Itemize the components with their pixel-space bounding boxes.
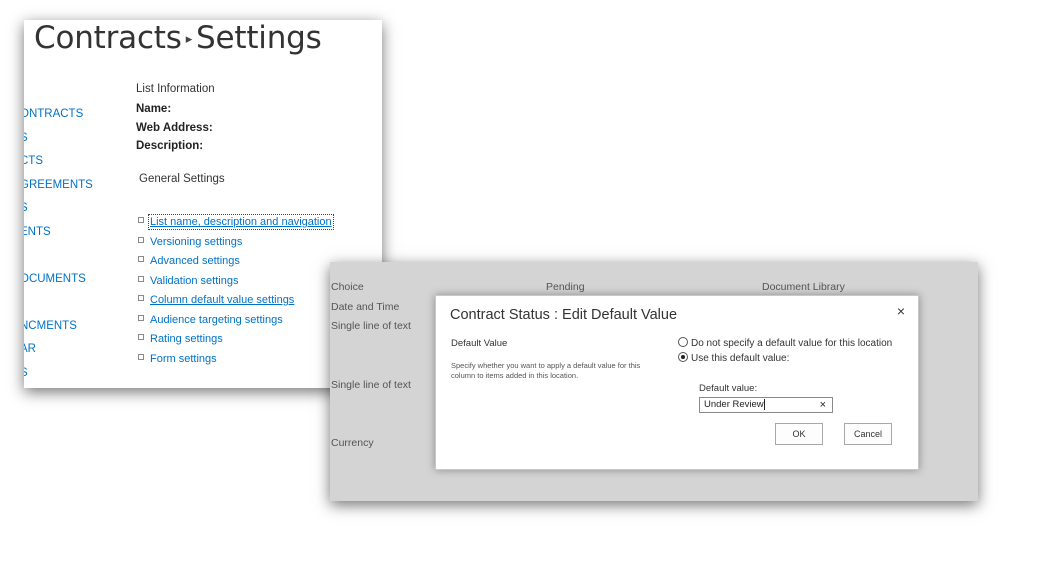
list-item: Rating settings xyxy=(138,333,332,353)
quick-launch-item[interactable]: ENTS xyxy=(24,226,51,238)
text-caret xyxy=(763,398,765,410)
cancel-button[interactable]: Cancel xyxy=(844,423,892,445)
close-icon[interactable]: × xyxy=(894,303,908,319)
quick-launch-item[interactable]: AR xyxy=(24,343,36,355)
list-item: Advanced settings xyxy=(138,255,332,275)
radio-no-default[interactable] xyxy=(678,337,688,348)
background-cell: Date and Time xyxy=(331,301,400,313)
versioning-settings-link[interactable]: Versioning settings xyxy=(150,236,242,248)
background-cell: Single line of text xyxy=(331,379,411,391)
advanced-settings-link[interactable]: Advanced settings xyxy=(150,255,240,267)
ok-button[interactable]: OK xyxy=(775,423,823,445)
default-value-text: Under Review xyxy=(704,399,764,410)
list-item: Versioning settings xyxy=(138,236,332,256)
quick-launch-item[interactable]: GREEMENTS xyxy=(24,179,93,191)
list-item: Validation settings xyxy=(138,275,332,295)
list-item: List name, description and navigation xyxy=(138,214,334,236)
column-default-value-settings-link[interactable]: Column default value settings xyxy=(150,294,294,306)
list-name-description-navigation-link[interactable]: List name, description and navigation xyxy=(148,214,334,230)
list-item: Audience targeting settings xyxy=(138,314,332,334)
quick-launch-item[interactable]: NCMENTS xyxy=(24,320,77,332)
no-default-option[interactable]: Do not specify a default value for this … xyxy=(678,337,893,349)
dialog-title: Contract Status : Edit Default Value xyxy=(450,307,678,323)
list-item: Column default value settings xyxy=(138,294,332,314)
general-settings-heading: General Settings xyxy=(139,173,225,185)
audience-targeting-settings-link[interactable]: Audience targeting settings xyxy=(150,314,283,326)
default-value-input[interactable]: Under Review × xyxy=(699,397,833,413)
quick-launch-item[interactable]: S xyxy=(24,202,28,214)
bullet-icon xyxy=(138,275,144,282)
bullet-icon xyxy=(138,314,144,321)
background-cell: Single line of text xyxy=(331,320,411,332)
bullet-icon xyxy=(138,236,144,243)
name-label: Name: xyxy=(136,103,172,115)
radio-use-default[interactable] xyxy=(678,352,688,363)
list-information-heading: List Information xyxy=(136,83,215,95)
clear-input-icon[interactable]: × xyxy=(820,398,826,412)
background-cell: Currency xyxy=(331,437,374,449)
bullet-icon xyxy=(138,295,144,302)
edit-default-value-dialog: Contract Status : Edit Default Value × D… xyxy=(435,295,919,470)
bullet-icon xyxy=(138,217,144,224)
list-item: Form settings xyxy=(138,353,332,373)
background-cell: Document Library xyxy=(762,281,845,293)
default-value-section-label: Default Value xyxy=(451,338,508,349)
web-address-label: Web Address: xyxy=(136,122,213,134)
use-default-option[interactable]: Use this default value: xyxy=(678,352,790,364)
use-default-option-label: Use this default value: xyxy=(691,353,790,364)
default-value-section-description: Specify whether you want to apply a defa… xyxy=(451,361,641,380)
edit-default-value-panel: Choice Date and Time Single line of text… xyxy=(330,262,978,501)
default-value-label: Default value: xyxy=(699,383,758,394)
no-default-option-label: Do not specify a default value for this … xyxy=(691,338,893,349)
breadcrumb-page: Settings xyxy=(196,20,322,56)
quick-launch-item[interactable]: CTS xyxy=(24,155,43,167)
bullet-icon xyxy=(138,334,144,341)
validation-settings-link[interactable]: Validation settings xyxy=(150,275,238,287)
quick-launch-nav: ONTRACTS S CTS GREEMENTS S ENTS OCUMENTS… xyxy=(24,20,130,388)
rating-settings-link[interactable]: Rating settings xyxy=(150,333,223,345)
bullet-icon xyxy=(138,353,144,360)
general-settings-links: List name, description and navigation Ve… xyxy=(138,214,334,373)
breadcrumb-separator-icon: ▸ xyxy=(185,32,193,47)
quick-launch-item[interactable]: ONTRACTS xyxy=(24,108,83,120)
background-cell: Pending xyxy=(546,281,585,293)
background-cell: Choice xyxy=(331,281,364,293)
quick-launch-item[interactable]: OCUMENTS xyxy=(24,273,86,285)
form-settings-link[interactable]: Form settings xyxy=(150,353,217,365)
quick-launch-item[interactable]: S xyxy=(24,132,28,144)
description-label: Description: xyxy=(136,140,204,152)
quick-launch-item[interactable]: S xyxy=(24,367,28,379)
bullet-icon xyxy=(138,256,144,263)
settings-page-panel: Contracts▸Settings ONTRACTS S CTS GREEME… xyxy=(24,20,382,388)
